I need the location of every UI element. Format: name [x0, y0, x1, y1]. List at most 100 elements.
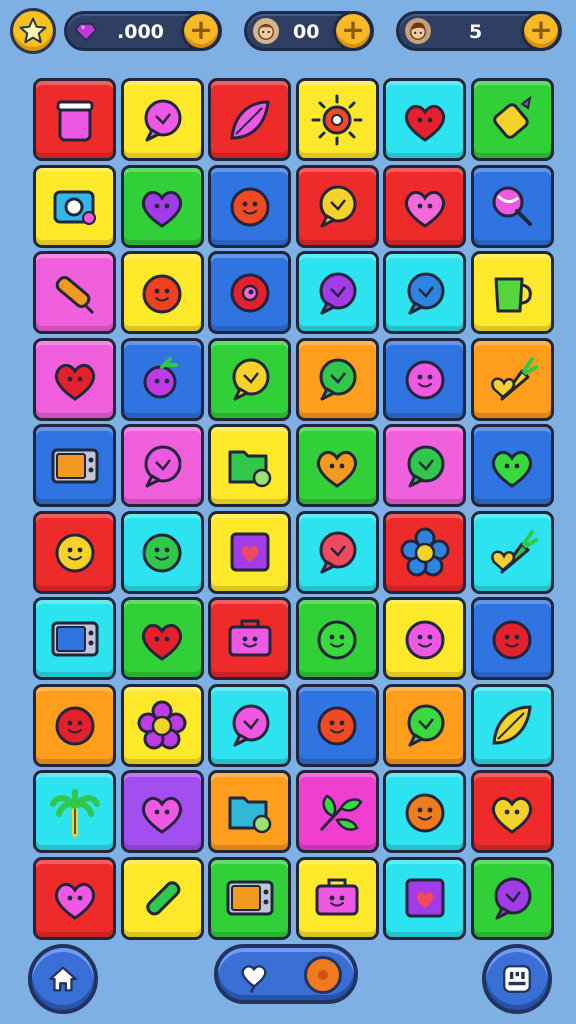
bubble-icon — [407, 704, 444, 747]
tile-heart[interactable] — [383, 78, 466, 161]
tile-square[interactable] — [208, 510, 291, 594]
bubble-icon — [407, 445, 444, 487]
tile-bag[interactable] — [208, 597, 291, 680]
tile-face[interactable] — [295, 597, 379, 680]
face-icon — [142, 274, 182, 313]
tile-bubble[interactable] — [295, 251, 379, 334]
top-hud: .000 + 00 + 5 + — [0, 0, 576, 64]
tile-cup[interactable] — [470, 251, 554, 334]
center-action-bar[interactable] — [214, 944, 358, 1004]
tile-face[interactable] — [33, 683, 116, 767]
tile-face[interactable] — [383, 597, 466, 680]
folder-icon — [228, 796, 271, 833]
bubble-icon — [144, 99, 182, 141]
tile-jar[interactable] — [33, 78, 116, 161]
heart-icon — [316, 450, 358, 488]
tile-face[interactable] — [383, 770, 466, 853]
lives-add-button[interactable]: + — [521, 11, 561, 51]
plus-icon: + — [529, 13, 553, 46]
gems-add-button[interactable]: + — [181, 11, 221, 51]
tile-face[interactable] — [208, 164, 291, 248]
face-icon — [55, 706, 94, 746]
tile-face[interactable] — [33, 510, 116, 594]
face-icon — [55, 533, 94, 573]
heart-icon — [141, 190, 183, 228]
sprout-icon — [319, 793, 363, 831]
tile-berry[interactable] — [120, 337, 204, 421]
tile-bubble[interactable] — [208, 683, 291, 767]
face-icon — [405, 793, 444, 832]
tile-heart[interactable] — [470, 770, 554, 853]
tile-heart[interactable] — [383, 164, 466, 248]
coins-add-button[interactable]: + — [333, 11, 373, 51]
tile-sun[interactable] — [295, 78, 379, 161]
tile-face[interactable] — [383, 337, 466, 421]
berry-icon — [143, 357, 178, 399]
tile-face[interactable] — [120, 510, 204, 594]
marker-icon — [146, 881, 181, 916]
face-icon — [142, 533, 182, 573]
tile-bubble[interactable] — [383, 424, 466, 507]
tile-bubble[interactable] — [295, 510, 379, 594]
settings-button[interactable] — [482, 944, 552, 1014]
bubble-icon — [494, 877, 532, 920]
tile-heart[interactable] — [470, 424, 554, 507]
tile-heart[interactable] — [295, 424, 379, 507]
tile-marker[interactable] — [120, 856, 204, 940]
home-button[interactable] — [28, 944, 98, 1014]
tile-pencil[interactable] — [33, 251, 116, 334]
tile-heart[interactable] — [33, 856, 116, 940]
tile-candy[interactable] — [470, 78, 554, 161]
tile-flower[interactable] — [383, 510, 466, 594]
tile-bubble[interactable] — [383, 683, 466, 767]
tile-leaf[interactable] — [208, 78, 291, 161]
tile-tv[interactable] — [33, 597, 116, 680]
tile-square[interactable] — [383, 856, 466, 940]
leaf-icon — [492, 705, 532, 745]
tile-bubble[interactable] — [383, 251, 466, 334]
tile-tv[interactable] — [208, 856, 291, 940]
heart-icon — [141, 796, 183, 834]
tile-bubble[interactable] — [120, 424, 204, 507]
heart-icon — [54, 363, 95, 401]
tile-donut[interactable] — [208, 251, 291, 334]
tile-face[interactable] — [295, 683, 379, 767]
tile-bubble[interactable] — [470, 856, 554, 940]
heart-icon — [404, 190, 445, 228]
sun-icon — [311, 94, 363, 145]
square-icon — [230, 532, 269, 572]
tv-icon — [51, 621, 98, 656]
tile-bubble[interactable] — [295, 164, 379, 248]
star-button[interactable] — [10, 8, 56, 54]
tile-sprout[interactable] — [295, 770, 379, 853]
bubble-icon — [319, 531, 357, 574]
tile-face[interactable] — [120, 251, 204, 334]
tile-bubble[interactable] — [295, 337, 379, 421]
tile-heart[interactable] — [120, 597, 204, 680]
tile-bubble[interactable] — [208, 337, 291, 421]
tile-camera[interactable] — [33, 164, 116, 248]
tile-palm[interactable] — [33, 770, 116, 853]
orange-dot-icon[interactable] — [304, 956, 342, 994]
bubble-icon — [407, 272, 444, 314]
palm-icon — [49, 788, 100, 837]
tile-carrot[interactable] — [470, 337, 554, 421]
tile-bag[interactable] — [295, 856, 379, 940]
tile-lollipop[interactable] — [470, 164, 554, 248]
tile-folder[interactable] — [208, 770, 291, 853]
star-icon — [19, 17, 47, 44]
tile-heart[interactable] — [120, 770, 204, 853]
tile-folder[interactable] — [208, 424, 291, 507]
tile-face[interactable] — [470, 597, 554, 680]
tile-heart[interactable] — [33, 337, 116, 421]
tile-flower[interactable] — [120, 683, 204, 767]
flower-icon — [400, 527, 449, 577]
tile-bubble[interactable] — [120, 78, 204, 161]
tile-carrot[interactable] — [470, 510, 554, 594]
tile-heart[interactable] — [120, 164, 204, 248]
tile-leaf[interactable] — [470, 683, 554, 767]
plus-icon: + — [341, 13, 365, 46]
face-icon — [405, 620, 444, 659]
tile-tv[interactable] — [33, 424, 116, 507]
heart-tag-icon — [241, 965, 267, 994]
